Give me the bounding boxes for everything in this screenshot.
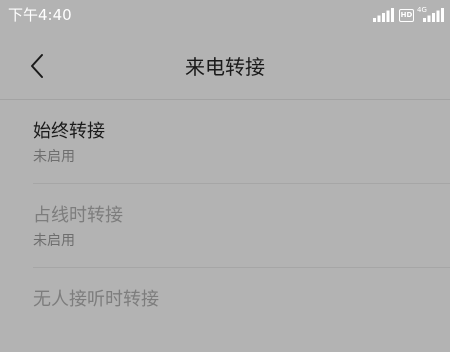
status-icons: HD 4G: [372, 6, 446, 24]
signal-strength-icon-2: [423, 8, 444, 22]
list-item-status: 未启用: [33, 233, 75, 249]
page-title: 来电转接: [185, 55, 265, 79]
list-item-title: 始终转接: [33, 121, 105, 142]
list-item-status: 未启用: [33, 149, 75, 165]
list-item-always-forward[interactable]: 始终转接 未启用: [0, 100, 450, 184]
list-item-title: 占线时转接: [33, 205, 123, 226]
signal-strength-icon: [373, 8, 394, 22]
list-item-title: 无人接听时转接: [33, 289, 159, 310]
list-item-forward-when-busy[interactable]: 占线时转接 未启用: [0, 184, 450, 268]
status-time: 下午4:40: [8, 6, 72, 24]
header: 来电转接: [0, 30, 450, 100]
list-item-forward-when-unanswered[interactable]: 无人接听时转接: [0, 268, 450, 352]
hd-voice-icon: HD: [399, 9, 414, 22]
status-bar: 下午4:40 HD 4G: [0, 0, 450, 30]
